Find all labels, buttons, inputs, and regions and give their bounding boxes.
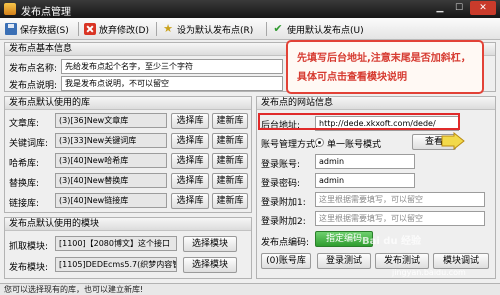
app-icon [4, 3, 16, 15]
check-icon: ✔ [273, 22, 283, 35]
tutorial-callout: 先填写后台地址,注意末尾是否加斜杠，具体可点击查看模块说明 [286, 40, 484, 94]
login-extra1-label: 登录附加1: [261, 198, 306, 208]
backend-url-highlight [258, 113, 460, 130]
account-mode-label: 账号管理方式: [261, 140, 319, 150]
default-modules-group: 发布点默认使用的模块 抓取模块: [1100]【2080博文】这个接口 选择模块 发布… [4, 217, 252, 279]
account-library-button[interactable]: (0)账号库 [261, 253, 311, 269]
module-field[interactable]: [1105]DEDEcms5.7(织梦内容管 [55, 257, 177, 272]
status-bar: 您可以选择现有的库，也可以建立新库! [0, 283, 500, 295]
library-label: 文章库: [9, 119, 40, 129]
select-module-button[interactable]: 选择模块 [183, 236, 237, 252]
library-field[interactable]: (3)[40]New哈希库 [55, 153, 167, 168]
save-icon [5, 23, 17, 35]
library-label: 替换库: [9, 179, 40, 189]
encoding-label: 发布点编码: [261, 238, 310, 248]
select-library-button[interactable]: 选择库 [171, 113, 209, 129]
select-library-button[interactable]: 选择库 [171, 153, 209, 169]
save-label: 保存数据(S) [20, 25, 69, 36]
login-pass-label: 登录密码: [261, 179, 301, 189]
toolbar-divider [78, 22, 79, 36]
create-library-button[interactable]: 建新库 [212, 133, 248, 149]
star-icon: ★ [163, 22, 173, 35]
desc-label: 发布点说明: [9, 81, 58, 91]
single-account-radio[interactable] [315, 138, 324, 147]
use-default-label: 使用默认发布点(U) [287, 25, 364, 36]
publish-test-button[interactable]: 发布测试 [375, 253, 429, 269]
callout-text: 先填写后台地址,注意末尾是否加斜杠，具体可点击查看模块说明 [297, 53, 471, 83]
login-extra1-field[interactable]: 这里根据需要填写，可以留空 [315, 192, 485, 207]
select-library-button[interactable]: 选择库 [171, 173, 209, 189]
name-label: 发布点名称: [9, 64, 58, 74]
set-default-label: 设为默认发布点(R) [177, 25, 254, 36]
module-label: 发布模块: [9, 263, 49, 273]
discard-button[interactable]: 放弃修改(D) [84, 21, 149, 37]
login-extra2-field[interactable]: 这里根据需要填写，可以留空 [315, 211, 485, 226]
library-label: 链接库: [9, 199, 40, 209]
login-user-field[interactable]: admin [315, 154, 415, 169]
login-test-button[interactable]: 登录测试 [317, 253, 371, 269]
minimize-icon[interactable]: ▁ [431, 1, 449, 15]
library-field[interactable]: (3)[40]New替换库 [55, 173, 167, 188]
default-modules-title: 发布点默认使用的模块 [5, 218, 251, 231]
library-field[interactable]: (3)[36]New文章库 [55, 113, 167, 128]
desc-field[interactable]: 我是发布点说明，不可以留空 [61, 76, 283, 91]
watermark-url: jingyan.baidu.com [392, 268, 466, 277]
library-field[interactable]: (3)[33]New关键词库 [55, 133, 167, 148]
login-user-label: 登录账号: [261, 160, 301, 170]
library-label: 关键词库: [9, 139, 49, 149]
single-account-label: 单一账号模式 [327, 140, 382, 150]
login-pass-field[interactable]: admin [315, 173, 415, 188]
select-library-button[interactable]: 选择库 [171, 133, 209, 149]
set-default-button[interactable]: ★ 设为默认发布点(R) [162, 21, 253, 37]
maximize-icon[interactable]: ☐ [450, 1, 468, 15]
module-label: 抓取模块: [9, 242, 49, 252]
create-library-button[interactable]: 建新库 [212, 153, 248, 169]
select-library-button[interactable]: 选择库 [171, 193, 209, 209]
default-libs-group: 发布点默认使用的库 文章库: (3)[36]New文章库 选择库 建新库 关键词库: (3… [4, 96, 252, 213]
module-field[interactable]: [1100]【2080博文】这个接口 [55, 236, 177, 251]
pointer-arrow-icon [441, 132, 465, 150]
use-default-button[interactable]: ✔ 使用默认发布点(U) [272, 21, 364, 37]
title-bar: 发布点管理 ▁ ☐ ✕ [0, 0, 500, 18]
default-libs-title: 发布点默认使用的库 [5, 97, 251, 110]
create-library-button[interactable]: 建新库 [212, 113, 248, 129]
discard-icon [84, 23, 96, 35]
create-library-button[interactable]: 建新库 [212, 193, 248, 209]
site-info-title: 发布点的网站信息 [257, 97, 495, 110]
window-title: 发布点管理 [21, 7, 71, 18]
library-label: 哈希库: [9, 159, 40, 169]
close-icon[interactable]: ✕ [470, 1, 496, 15]
discard-label: 放弃修改(D) [99, 25, 149, 36]
login-extra2-label: 登录附加2: [261, 217, 306, 227]
name-field[interactable]: 先给发布点起个名字，至少三个字符 [61, 59, 283, 74]
toolbar: 保存数据(S) 放弃修改(D) ★ 设为默认发布点(R) ✔ 使用默认发布点(U… [0, 18, 500, 40]
watermark-logo: Bai du 经验 [362, 236, 422, 247]
library-field[interactable]: (3)[40]New链接库 [55, 193, 167, 208]
save-button[interactable]: 保存数据(S) [5, 21, 69, 37]
select-module-button[interactable]: 选择模块 [183, 257, 237, 273]
toolbar-divider [266, 22, 267, 36]
create-library-button[interactable]: 建新库 [212, 173, 248, 189]
toolbar-divider [156, 22, 157, 36]
module-debug-button[interactable]: 模块调试 [433, 253, 489, 269]
